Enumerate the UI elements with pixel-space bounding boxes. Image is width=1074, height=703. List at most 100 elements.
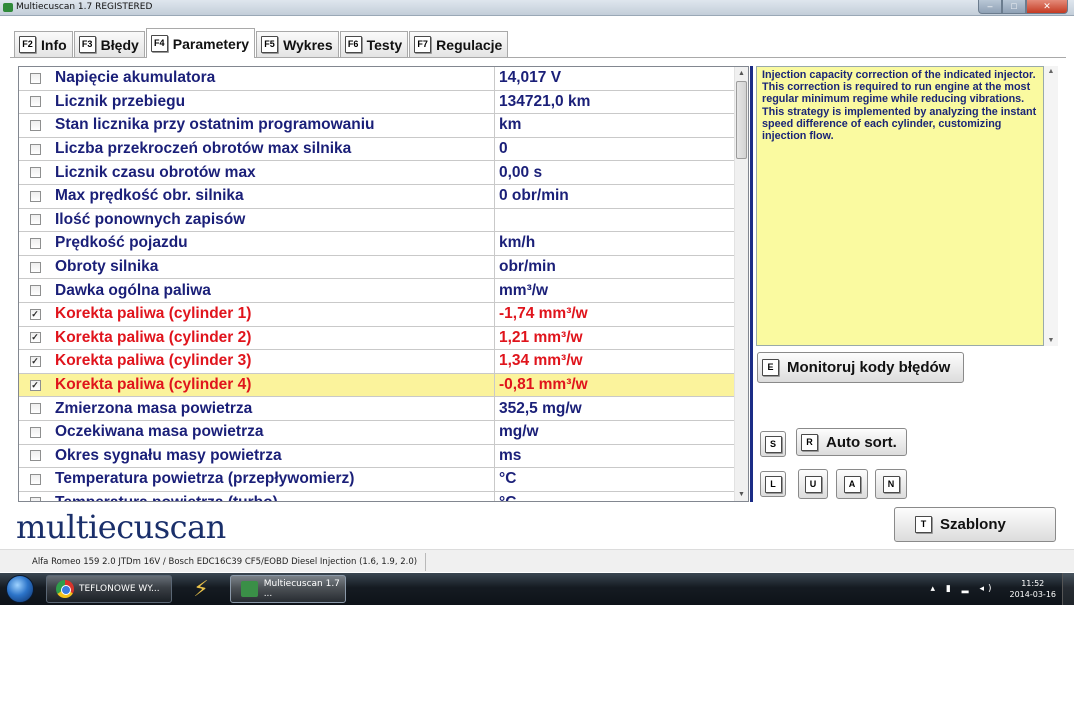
- parameter-row[interactable]: Licznik czasu obrotów max 0,00 s: [19, 161, 735, 185]
- checkbox-cell: [19, 492, 51, 501]
- e-key-badge: E: [762, 359, 779, 376]
- vehicle-ecu-status: Alfa Romeo 159 2.0 JTDm 16V / Bosch EDC1…: [24, 553, 427, 571]
- tab-testy[interactable]: F6 Testy: [339, 31, 409, 57]
- description-scrollbar[interactable]: ▲ ▼: [1044, 66, 1058, 346]
- parameter-row[interactable]: ✓ Korekta paliwa (cylinder 1) -1,74 mm³/w: [19, 302, 735, 327]
- monitor-error-codes-button[interactable]: E Monitoruj kody błędów: [757, 352, 964, 383]
- s-button[interactable]: S: [760, 431, 786, 457]
- n-key-badge: N: [882, 475, 900, 493]
- start-button[interactable]: [6, 575, 34, 603]
- scroll-up-icon[interactable]: ▲: [1044, 68, 1058, 75]
- checkbox-cell: ✓: [19, 374, 51, 397]
- parameter-name: Napięcie akumulatora: [51, 67, 495, 90]
- u-button[interactable]: U: [798, 469, 828, 499]
- tab-wykres[interactable]: F5 Wykres: [256, 31, 339, 57]
- parameter-row[interactable]: Temperatura powietrza (turbo) °C: [19, 491, 735, 501]
- parameter-name: Licznik przebiegu: [51, 90, 495, 114]
- taskbar-item-chrome[interactable]: TEFLONOWE WY...: [46, 575, 172, 603]
- f5-key-badge: F5: [261, 36, 279, 53]
- parameter-row[interactable]: Liczba przekroczeń obrotów max silnika 0: [19, 137, 735, 162]
- parameter-checkbox[interactable]: ✓: [29, 379, 41, 391]
- parameter-checkbox[interactable]: [29, 143, 41, 155]
- parameter-checkbox[interactable]: [29, 96, 41, 108]
- show-desktop-button[interactable]: [1062, 573, 1074, 605]
- l-button[interactable]: L: [760, 471, 786, 497]
- window-title: Multiecuscan 1.7 REGISTERED: [16, 2, 153, 12]
- parameter-row[interactable]: Okres sygnału masy powietrza ms: [19, 444, 735, 469]
- parameter-checkbox[interactable]: [29, 167, 41, 179]
- parameter-checkbox[interactable]: [29, 261, 41, 273]
- parameter-checkbox[interactable]: ✓: [29, 355, 41, 367]
- parameter-checkbox[interactable]: [29, 214, 41, 226]
- taskbar-item-label: TEFLONOWE WY...: [79, 584, 160, 594]
- parameter-name: Licznik czasu obrotów max: [51, 161, 495, 184]
- status-bar: Alfa Romeo 159 2.0 JTDm 16V / Bosch EDC1…: [0, 549, 1074, 572]
- templates-button[interactable]: T Szablony: [894, 507, 1056, 542]
- parameter-table[interactable]: Napięcie akumulatora 14,017 V Licznik prze…: [18, 66, 749, 502]
- scroll-down-icon[interactable]: ▼: [1044, 337, 1058, 344]
- parameter-row[interactable]: Stan licznika przy ostatnim programowani…: [19, 114, 735, 138]
- parameter-checkbox[interactable]: [29, 190, 41, 202]
- parameter-checkbox[interactable]: [29, 426, 41, 438]
- parameter-checkbox[interactable]: [29, 403, 41, 415]
- n-button[interactable]: N: [875, 469, 907, 499]
- parameter-name: Temperatura powietrza (turbo): [51, 491, 495, 501]
- parameter-checkbox[interactable]: [29, 450, 41, 462]
- parameter-row[interactable]: Prędkość pojazdu km/h: [19, 232, 735, 256]
- parameter-checkbox[interactable]: ✓: [29, 332, 41, 344]
- parameter-row[interactable]: Oczekiwana masa powietrza mg/w: [19, 420, 735, 445]
- minimize-button[interactable]: –: [978, 0, 1002, 14]
- checkbox-cell: [19, 91, 51, 114]
- taskbar-item-pinned[interactable]: ⚡: [180, 575, 222, 603]
- parameter-name: Korekta paliwa (cylinder 1): [51, 302, 495, 326]
- tab-label: Info: [41, 36, 67, 53]
- parameter-row[interactable]: Licznik przebiegu 134721,0 km: [19, 90, 735, 115]
- parameter-checkbox[interactable]: [29, 497, 41, 501]
- taskbar-item-multiecuscan[interactable]: Multiecuscan 1.7 ...: [230, 575, 346, 603]
- checkbox-cell: ✓: [19, 327, 51, 350]
- multiecuscan-logo: multiecuscan: [16, 508, 226, 546]
- parameter-row[interactable]: ✓ Korekta paliwa (cylinder 4) -0,81 mm³/w: [19, 373, 735, 398]
- parameter-row[interactable]: Max prędkość obr. silnika 0 obr/min: [19, 184, 735, 209]
- tab-bledy[interactable]: F3 Błędy: [73, 31, 145, 57]
- tab-regulacje[interactable]: F7 Regulacje: [409, 31, 509, 57]
- close-button[interactable]: ✕: [1026, 0, 1068, 14]
- panel-splitter[interactable]: [750, 66, 753, 502]
- parameter-checkbox[interactable]: ✓: [29, 308, 41, 320]
- parameter-checkbox[interactable]: [29, 72, 41, 84]
- parameter-row[interactable]: Napięcie akumulatora 14,017 V: [19, 67, 735, 91]
- a-button[interactable]: A: [836, 469, 868, 499]
- tab-parametery[interactable]: F4 Parametery: [145, 28, 256, 58]
- parameter-checkbox[interactable]: [29, 473, 41, 485]
- tab-info[interactable]: F2 Info: [14, 31, 73, 57]
- parameter-row[interactable]: Ilość ponownych zapisów: [19, 208, 735, 233]
- parameter-value: obr/min: [499, 258, 556, 276]
- table-scrollbar[interactable]: ▲ ▼: [734, 67, 748, 501]
- parameter-row[interactable]: ✓ Korekta paliwa (cylinder 2) 1,21 mm³/w: [19, 326, 735, 351]
- multiecuscan-window: Multiecuscan 1.7 REGISTERED – □ ✕ F2 Info…: [0, 0, 1074, 605]
- parameter-row[interactable]: Zmierzona masa powietrza 352,5 mg/w: [19, 397, 735, 421]
- parameter-checkbox[interactable]: [29, 119, 41, 131]
- checkbox-cell: [19, 256, 51, 279]
- tab-label: Testy: [366, 36, 403, 53]
- scroll-up-icon[interactable]: ▲: [735, 67, 748, 80]
- parameter-row[interactable]: Obroty silnika obr/min: [19, 255, 735, 280]
- parameter-row[interactable]: Dawka ogólna paliwa mm³/w: [19, 279, 735, 303]
- parameter-value: 0 obr/min: [499, 187, 569, 205]
- parameter-name: Korekta paliwa (cylinder 3): [51, 350, 495, 373]
- scroll-thumb[interactable]: [736, 81, 747, 159]
- checkbox-cell: [19, 161, 51, 184]
- f7-key-badge: F7: [414, 36, 432, 53]
- checkbox-cell: [19, 67, 51, 90]
- maximize-button[interactable]: □: [1002, 0, 1026, 14]
- clock[interactable]: 11:52 2014-03-16: [1010, 578, 1057, 600]
- parameter-name: Ilość ponownych zapisów: [51, 208, 495, 232]
- parameter-row[interactable]: ✓ Korekta paliwa (cylinder 3) 1,34 mm³/w: [19, 350, 735, 374]
- scroll-down-icon[interactable]: ▼: [735, 488, 748, 501]
- parameter-checkbox[interactable]: [29, 237, 41, 249]
- parameter-checkbox[interactable]: [29, 285, 41, 297]
- title-bar[interactable]: Multiecuscan 1.7 REGISTERED – □ ✕: [0, 0, 1074, 16]
- tray-icons[interactable]: ▴ ▮ ▂ ◂): [930, 584, 995, 594]
- auto-sort-button[interactable]: R Auto sort.: [796, 428, 907, 456]
- parameter-row[interactable]: Temperatura powietrza (przepływomierz) °…: [19, 468, 735, 492]
